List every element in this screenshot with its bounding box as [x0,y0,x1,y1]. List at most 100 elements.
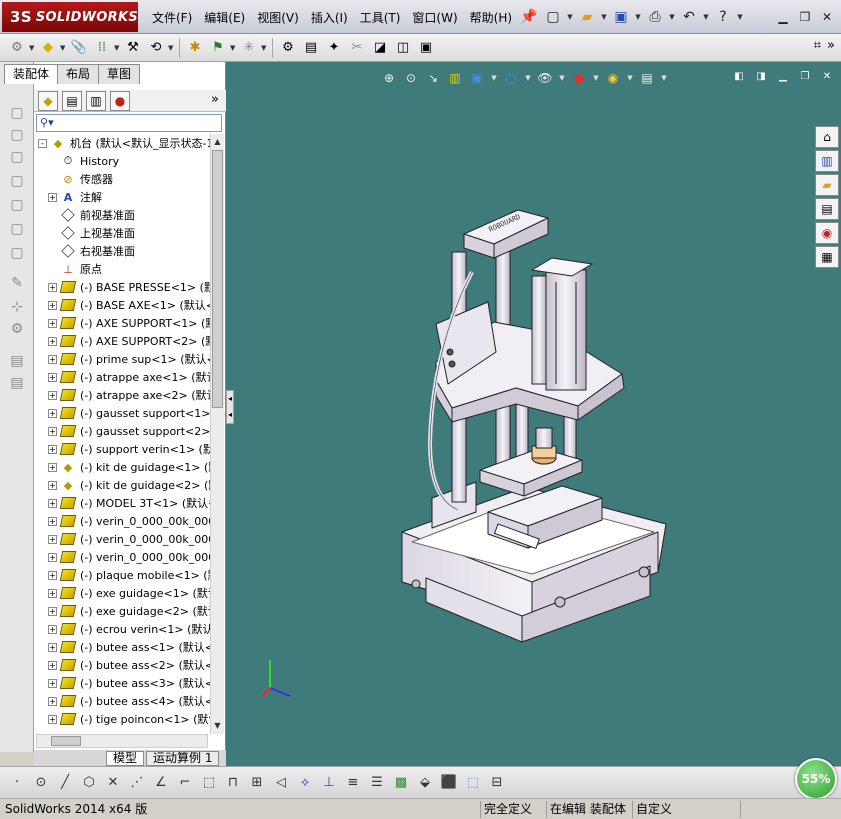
zoom-area-icon[interactable]: ⊙ [402,70,420,86]
tree-item[interactable]: + (-) support verin<1> (默认< [48,440,210,458]
pin-icon[interactable]: 📌 [518,6,540,28]
move-component-icon[interactable]: ⟲ [145,37,167,59]
expand-icon[interactable]: + [48,318,57,328]
tree-item[interactable]: + (-) gausset support<1> (默认 [48,404,210,422]
expand-icon[interactable]: + [48,714,57,724]
shaded-icon[interactable]: ⬛ [438,772,460,794]
file-explorer-icon[interactable]: ▰ [815,174,839,196]
tree-item[interactable]: + (-) plaque mobile<1> (默认< [48,566,210,584]
menu-help[interactable]: 帮助(H) [464,9,518,27]
solidworks-logo[interactable]: 3S SOLIDWORKS [2,2,138,32]
tile-vertical-icon[interactable]: ◨ [753,70,769,84]
tree-item[interactable]: + ◆ (-) kit de guidage<1> (默认 [48,458,210,476]
tree-item[interactable]: + (-) prime sup<1> (默认<<默 [48,350,210,368]
wireframe-icon[interactable]: ⬙ [414,772,436,794]
dashed-box-icon[interactable]: ⬚ [198,772,220,794]
display-style-icon[interactable]: ▢ [502,70,520,86]
expand-icon[interactable]: + [48,642,57,652]
cross-icon[interactable]: ✕ [102,772,124,794]
interference-icon[interactable]: ◪ [369,37,391,59]
orientation-dropdown-icon[interactable]: ▼ [490,74,498,82]
previous-view-icon[interactable]: ↘ [424,70,442,86]
expand-icon[interactable]: + [48,426,57,436]
tree-item[interactable]: 前视基准面 [48,206,135,224]
save-icon[interactable]: ▣ [610,6,632,28]
expand-icon[interactable]: + [48,192,57,202]
grid-icon[interactable]: ⊞ [246,772,268,794]
component-color-icon[interactable]: ▩ [390,772,412,794]
tab-assembly[interactable]: 装配体 [4,64,59,84]
move-dropdown-icon[interactable]: ▼ [168,44,175,52]
toolbar-more-icon[interactable]: » [827,38,835,53]
bill-of-materials-icon[interactable]: ▤ [300,37,322,59]
expand-icon[interactable]: + [48,516,57,526]
tree-item[interactable]: + (-) AXE SUPPORT<1> (默认 [48,314,210,332]
menu-file[interactable]: 文件(F) [146,9,198,27]
tile-horizontal-icon[interactable]: ◧ [731,70,747,84]
tree-item[interactable]: + (-) tige poincon<1> (默认<< [48,710,210,728]
new-dropdown-icon[interactable]: ▼ [566,13,574,21]
solidworks-resources-icon[interactable]: ⌂ [815,126,839,148]
help-icon[interactable]: ? [712,6,734,28]
collapse-icon[interactable]: - [38,138,47,148]
tree-item[interactable]: + (-) exe guidage<2> (默认<< [48,602,210,620]
help-dropdown-icon[interactable]: ▼ [736,13,744,21]
features-dropdown-icon[interactable]: ▼ [230,44,237,52]
expand-icon[interactable]: + [48,372,57,382]
tree-item[interactable]: + (-) verin_0_000_00k_0002_1 [48,530,210,548]
box-icon[interactable]: ▢ [8,196,26,214]
expand-icon[interactable]: + [48,444,57,454]
menu-tools[interactable]: 工具(T) [354,9,407,27]
dimension-icon[interactable]: ⊓ [222,772,244,794]
scroll-thumb[interactable] [212,150,223,408]
minimize-icon[interactable]: ▁ [773,8,793,26]
reference-dropdown-icon[interactable]: ▼ [261,44,268,52]
shaded-edges-icon[interactable]: ⬚ [462,772,484,794]
line-icon[interactable]: ╱ [54,772,76,794]
box-icon[interactable]: ▢ [8,104,26,122]
edit-component-icon[interactable]: ⚙ [6,37,28,59]
expand-icon[interactable]: + [48,570,57,580]
edit-component-dropdown-icon[interactable]: ▼ [29,44,36,52]
settings-dropdown-icon[interactable]: ▼ [660,74,668,82]
save-dropdown-icon[interactable]: ▼ [634,13,642,21]
menu-edit[interactable]: 编辑(E) [198,9,251,27]
appearance-dropdown-icon[interactable]: ▼ [592,74,600,82]
clearance-icon[interactable]: ◫ [392,37,414,59]
viewport-restore-icon[interactable]: ❐ [797,70,813,84]
box-icon[interactable]: ▢ [8,172,26,190]
box-icon[interactable]: ▢ [8,148,26,166]
instant3d-icon[interactable]: ⌗ [814,38,821,53]
insert-components-icon[interactable]: ◆ [37,37,59,59]
tree-item[interactable]: + ◆ (-) kit de guidage<2> (默认 [48,476,210,494]
tree-item[interactable]: + (-) AXE SUPPORT<2> (默认 [48,332,210,350]
layer-icon[interactable]: ▤ [8,352,26,370]
expand-icon[interactable]: + [48,534,57,544]
expand-icon[interactable]: + [48,354,57,364]
expand-icon[interactable]: + [48,282,57,292]
open-folder-icon[interactable]: ▰ [576,6,598,28]
section-view-icon[interactable]: ▥ [446,70,464,86]
viewport-minimize-icon[interactable]: ▁ [775,70,791,84]
tree-vertical-scrollbar[interactable]: ▲ ▼ [210,134,224,734]
mate-icon[interactable]: 📎 [68,37,90,59]
scene-icon[interactable]: ◉ [604,70,622,86]
expand-icon[interactable]: + [48,678,57,688]
panel-more-button[interactable]: » [211,92,219,107]
tangent-icon[interactable]: ⋰ [126,772,148,794]
undo-dropdown-icon[interactable]: ▼ [702,13,710,21]
expand-icon[interactable]: + [48,624,57,634]
property-manager-tab-icon[interactable]: ▤ [62,90,82,111]
tree-item[interactable]: - ◆ 机台 (默认<默认_显示状态-1> [38,134,210,152]
tree-item[interactable]: + (-) butee ass<1> (默认<默认 [48,638,210,656]
tree-item[interactable]: + A 注解 [48,188,102,206]
explode-line-icon[interactable]: ✂ [346,37,368,59]
expand-icon[interactable]: + [48,606,57,616]
reference-geometry-icon[interactable]: ✳ [238,37,260,59]
lines-icon[interactable]: ☰ [366,772,388,794]
expand-icon[interactable]: + [48,408,57,418]
configuration-manager-tab-icon[interactable]: ▥ [86,90,106,111]
pattern-icon[interactable]: ⁞⁞ [91,37,113,59]
scene-dropdown-icon[interactable]: ▼ [626,74,634,82]
performance-gauge[interactable]: 55% [795,758,837,800]
